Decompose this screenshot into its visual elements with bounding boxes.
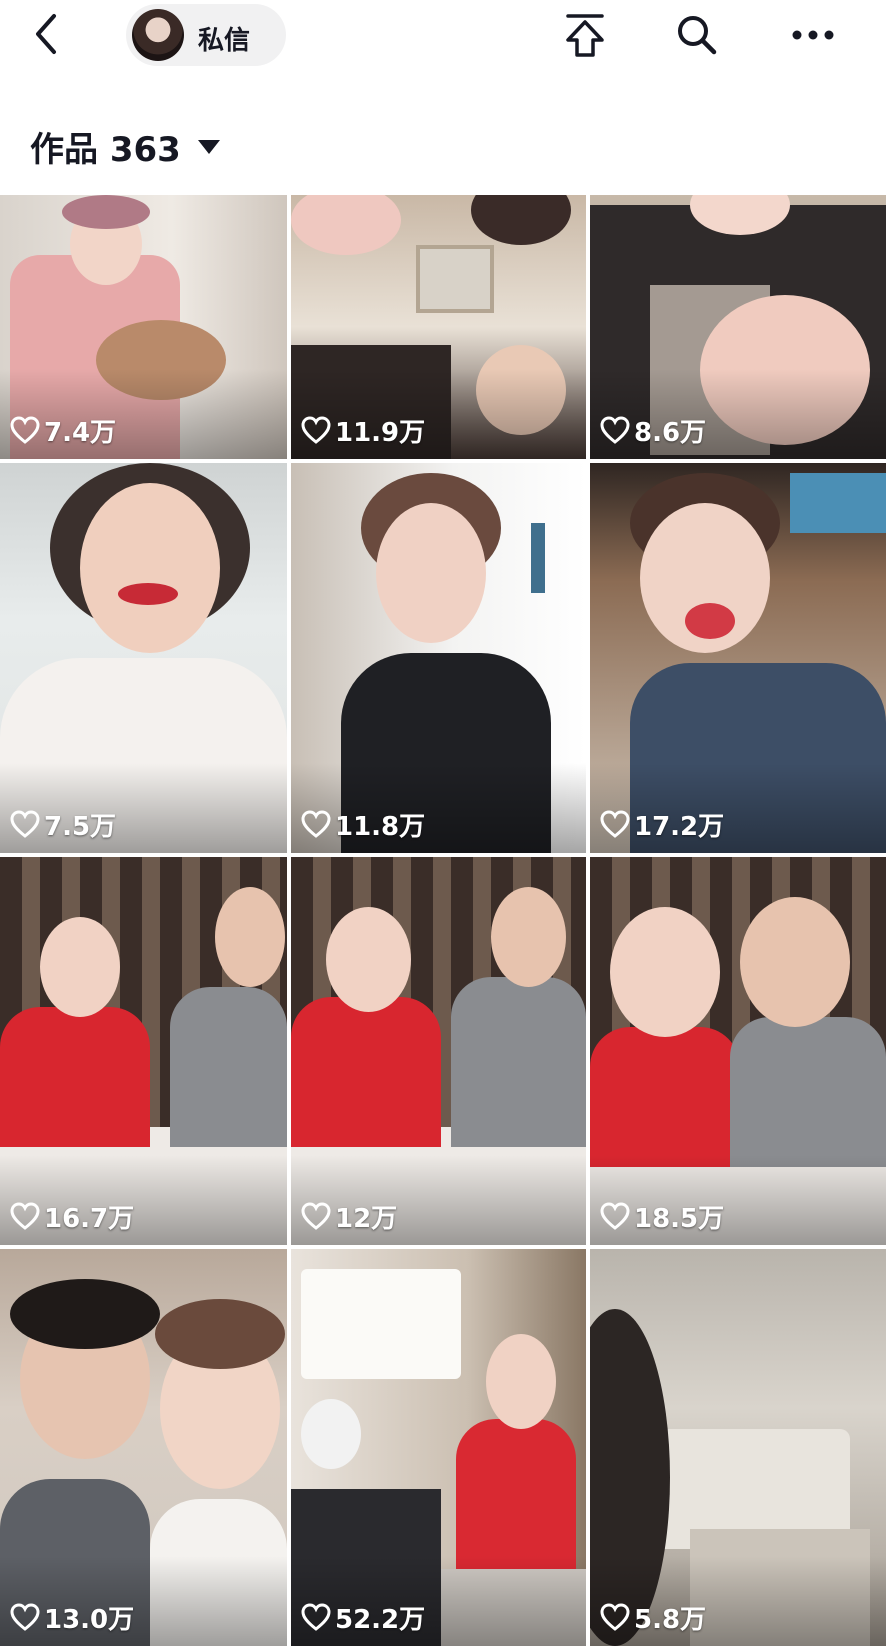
works-count-dropdown[interactable]: 作品 363 — [30, 122, 220, 170]
like-count: 17.2万 — [600, 807, 725, 842]
like-count-text: 52.2万 — [335, 1604, 426, 1635]
heart-icon — [301, 810, 331, 838]
like-count-text: 7.5万 — [44, 811, 117, 842]
video-tile[interactable]: 5.8万 — [590, 1249, 886, 1646]
heart-icon — [600, 810, 630, 838]
heart-icon — [10, 810, 40, 838]
like-count: 5.8万 — [600, 1600, 707, 1635]
heart-icon — [301, 1603, 331, 1631]
like-count: 8.6万 — [600, 413, 707, 448]
like-count-text: 12万 — [335, 1203, 398, 1234]
like-count-text: 11.8万 — [335, 811, 426, 842]
like-count-text: 18.5万 — [634, 1203, 725, 1234]
heart-icon — [10, 1202, 40, 1230]
like-count-text: 16.7万 — [44, 1203, 135, 1234]
heart-icon — [301, 416, 331, 444]
video-tile[interactable]: 52.2万 — [291, 1249, 586, 1646]
video-tile[interactable]: 16.7万 — [0, 857, 287, 1245]
share-button[interactable] — [560, 10, 610, 60]
video-tile[interactable]: 8.6万 — [590, 195, 886, 459]
like-count: 7.5万 — [10, 807, 117, 842]
like-count: 52.2万 — [301, 1600, 426, 1635]
video-tile[interactable]: 11.8万 — [291, 463, 586, 853]
more-icon — [792, 30, 834, 40]
like-count: 12万 — [301, 1199, 398, 1234]
video-tile[interactable]: 7.4万 — [0, 195, 287, 459]
heart-icon — [600, 416, 630, 444]
like-count: 11.9万 — [301, 413, 426, 448]
top-bar: 私信 — [0, 0, 886, 70]
like-count: 7.4万 — [10, 413, 117, 448]
heart-icon — [10, 1603, 40, 1631]
like-count-text: 8.6万 — [634, 417, 707, 448]
video-grid: 7.4万 11.9万 8.6万 7.5万 11.8万 17.2万 16.7万 1… — [0, 195, 886, 1646]
avatar — [132, 9, 184, 61]
like-count-text: 5.8万 — [634, 1604, 707, 1635]
heart-icon — [600, 1202, 630, 1230]
like-count-text: 13.0万 — [44, 1604, 135, 1635]
video-tile[interactable]: 11.9万 — [291, 195, 586, 459]
like-count: 16.7万 — [10, 1199, 135, 1234]
direct-message-button[interactable]: 私信 — [126, 4, 286, 66]
like-count-text: 11.9万 — [335, 417, 426, 448]
share-icon — [566, 14, 604, 57]
like-count-text: 17.2万 — [634, 811, 725, 842]
heart-icon — [600, 1603, 630, 1631]
like-count: 13.0万 — [10, 1600, 135, 1635]
back-icon — [36, 14, 56, 54]
video-tile[interactable]: 7.5万 — [0, 463, 287, 853]
back-button[interactable] — [28, 10, 68, 58]
video-tile[interactable]: 13.0万 — [0, 1249, 287, 1646]
video-tile[interactable]: 12万 — [291, 857, 586, 1245]
heart-icon — [301, 1202, 331, 1230]
search-icon — [678, 16, 717, 55]
video-tile[interactable]: 17.2万 — [590, 463, 886, 853]
like-count-text: 7.4万 — [44, 417, 117, 448]
works-count-label: 作品 363 — [30, 130, 181, 170]
like-count: 11.8万 — [301, 807, 426, 842]
search-button[interactable] — [672, 10, 722, 60]
more-button[interactable] — [788, 10, 838, 60]
direct-message-label: 私信 — [198, 26, 251, 56]
caret-down-icon — [197, 139, 220, 154]
heart-icon — [10, 416, 40, 444]
like-count: 18.5万 — [600, 1199, 725, 1234]
video-tile[interactable]: 18.5万 — [590, 857, 886, 1245]
